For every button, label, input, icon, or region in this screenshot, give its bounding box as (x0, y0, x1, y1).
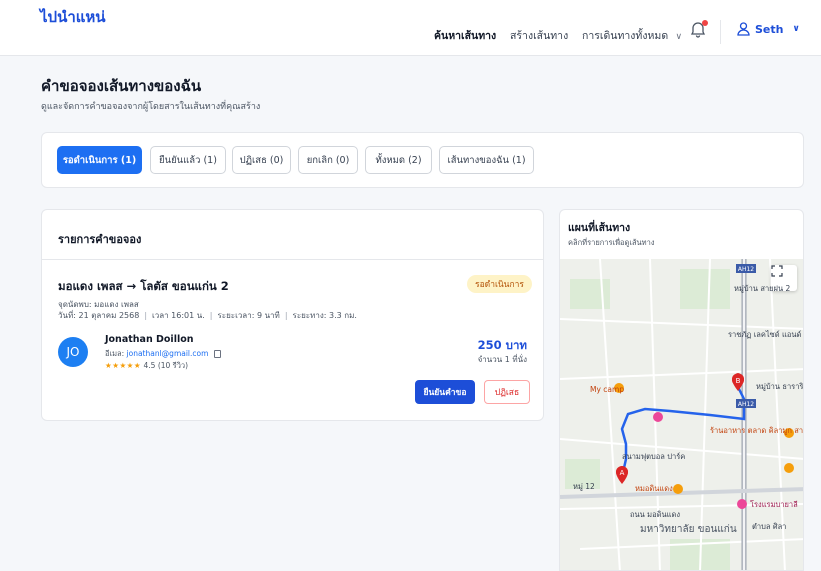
passenger-email: อีเมล: jonathanl@gmail.com (105, 348, 221, 360)
route-map[interactable]: AH12 AH12 B A หมู่บ้าน สายฝน 2 ราชภัฏ เล… (560, 259, 804, 570)
map-label-sila: ตำบล ศิลา (752, 522, 787, 531)
svg-text:A: A (620, 469, 625, 477)
map-subtitle: คลิกที่รายการเพื่อดูเส้นทาง (568, 238, 655, 247)
map-label-village-t: หมู่บ้าน ธาราริน (756, 382, 804, 391)
tab-confirmed[interactable]: ยืนยันแล้ว (1) (150, 146, 226, 174)
nav-all-trips-label: การเดินทางทั้งหมด (582, 30, 669, 42)
request-route: มอแดง เพลส → โลตัส ขอนแก่น 2 (58, 279, 229, 293)
user-menu[interactable]: Seth ∨ (737, 22, 800, 36)
map-label-market: ร้านอาหาร ตลาด คิลามูก สาขา 3 (710, 426, 804, 435)
passenger-name: Jonathan Doillon (105, 334, 194, 345)
page-subtitle: ดูและจัดการคำขอจองจากผู้โดยสารในเส้นทางท… (41, 102, 261, 112)
tab-rejected[interactable]: ปฏิเสธ (0) (232, 146, 291, 174)
email-value[interactable]: jonathanl@gmail.com (127, 349, 209, 358)
request-list-card: รายการคำขอจอง มอแดง เพลส → โลตัส ขอนแก่น… (41, 209, 544, 421)
tab-my-routes[interactable]: เส้นทางของฉัน (1) (439, 146, 534, 174)
map-label-raja: ราชภัฏ เลคไซด์ แอนด์ การ์เด้นโฮม (728, 330, 803, 339)
passenger-rating: ★★★★★ 4.5 (10 รีวิว) (105, 360, 188, 372)
trip-time: เวลา 16:01 น. (152, 311, 205, 320)
nav-create-route[interactable]: สร้างเส้นทาง (510, 27, 568, 44)
status-badge: รอดำเนินการ (467, 275, 532, 293)
tab-pending[interactable]: รอดำเนินการ (1) (57, 146, 142, 174)
star-rating-icon: ★★★★★ (105, 361, 142, 370)
map-label-shop: หมอดินแดง (635, 484, 673, 493)
trip-date: วันที่: 21 ตุลาคม 2568 (58, 311, 140, 320)
map-title: แผนที่เส้นทาง (568, 222, 631, 234)
app-logo[interactable]: ไปนำแหน่ (40, 5, 106, 29)
shop-poi-icon[interactable] (653, 412, 663, 422)
highway-label: AH12 (738, 401, 754, 408)
map-label-road: ถนน มอดินแดง (630, 510, 680, 519)
confirm-request-button[interactable]: ยืนยันคำขอ (415, 380, 475, 404)
tab-all[interactable]: ทั้งหมด (2) (365, 146, 432, 174)
status-tabs: รอดำเนินการ (1) ยืนยันแล้ว (1) ปฏิเสธ (0… (41, 132, 804, 188)
tab-cancelled[interactable]: ยกเลิก (0) (298, 146, 358, 174)
header-divider (720, 20, 721, 44)
rating-text: 4.5 (10 รีวิว) (143, 361, 189, 370)
marker-a-icon[interactable]: A (616, 466, 628, 484)
fullscreen-icon (771, 265, 783, 277)
map-label-kku: มหาวิทยาลัย ขอนแก่น (640, 524, 737, 535)
user-name: Seth (755, 22, 784, 36)
map-label-moo12: หมู่ 12 (573, 482, 595, 491)
chevron-down-icon: ∨ (792, 24, 800, 34)
nav-all-trips[interactable]: การเดินทางทั้งหมด ∨ (582, 27, 682, 44)
map-label-my-camp: My camp (590, 385, 625, 394)
svg-text:B: B (736, 377, 741, 385)
seat-count: จำนวน 1 ที่นั่ง (477, 355, 527, 364)
top-header: ไปนำแหน่ ค้นหาเส้นทาง สร้างเส้นทาง การเด… (0, 0, 821, 56)
reject-request-button[interactable]: ปฏิเสธ (484, 380, 530, 404)
hotel-poi-icon[interactable] (737, 499, 747, 509)
route-map-card: แผนที่เส้นทาง คลิกที่รายการเพื่อดูเส้นทา… (559, 209, 804, 571)
copy-icon[interactable] (213, 350, 221, 358)
email-label: อีเมล: (105, 349, 125, 358)
avatar: JO (58, 337, 88, 367)
trip-distance: ระยะทาง: 3.3 กม. (292, 311, 357, 320)
map-label-stadium: สนามฟุตบอล ปาร์ค (622, 452, 686, 461)
divider (42, 259, 543, 260)
trip-details: วันที่: 21 ตุลาคม 2568 | เวลา 16:01 น. | ระย… (58, 311, 357, 320)
notification-bell-icon[interactable] (690, 20, 708, 40)
nav-find-route[interactable]: ค้นหาเส้นทาง (434, 27, 496, 44)
shop-poi-icon[interactable] (784, 463, 794, 473)
page-title: คำขอจองเส้นทางของฉัน (41, 77, 202, 95)
map-label-hotel: โรงแรมบายาลี (750, 500, 798, 509)
trip-duration: ระยะเวลา: 9 นาที (217, 311, 280, 320)
request-list-title: รายการคำขอจอง (58, 233, 142, 246)
highway-label: AH12 (738, 266, 754, 273)
user-icon (737, 22, 750, 36)
map-label-village: หมู่บ้าน สายฝน 2 (734, 284, 791, 293)
notification-dot (702, 20, 708, 26)
restaurant-poi-icon[interactable] (673, 484, 683, 494)
chevron-down-icon: ∨ (675, 32, 683, 42)
